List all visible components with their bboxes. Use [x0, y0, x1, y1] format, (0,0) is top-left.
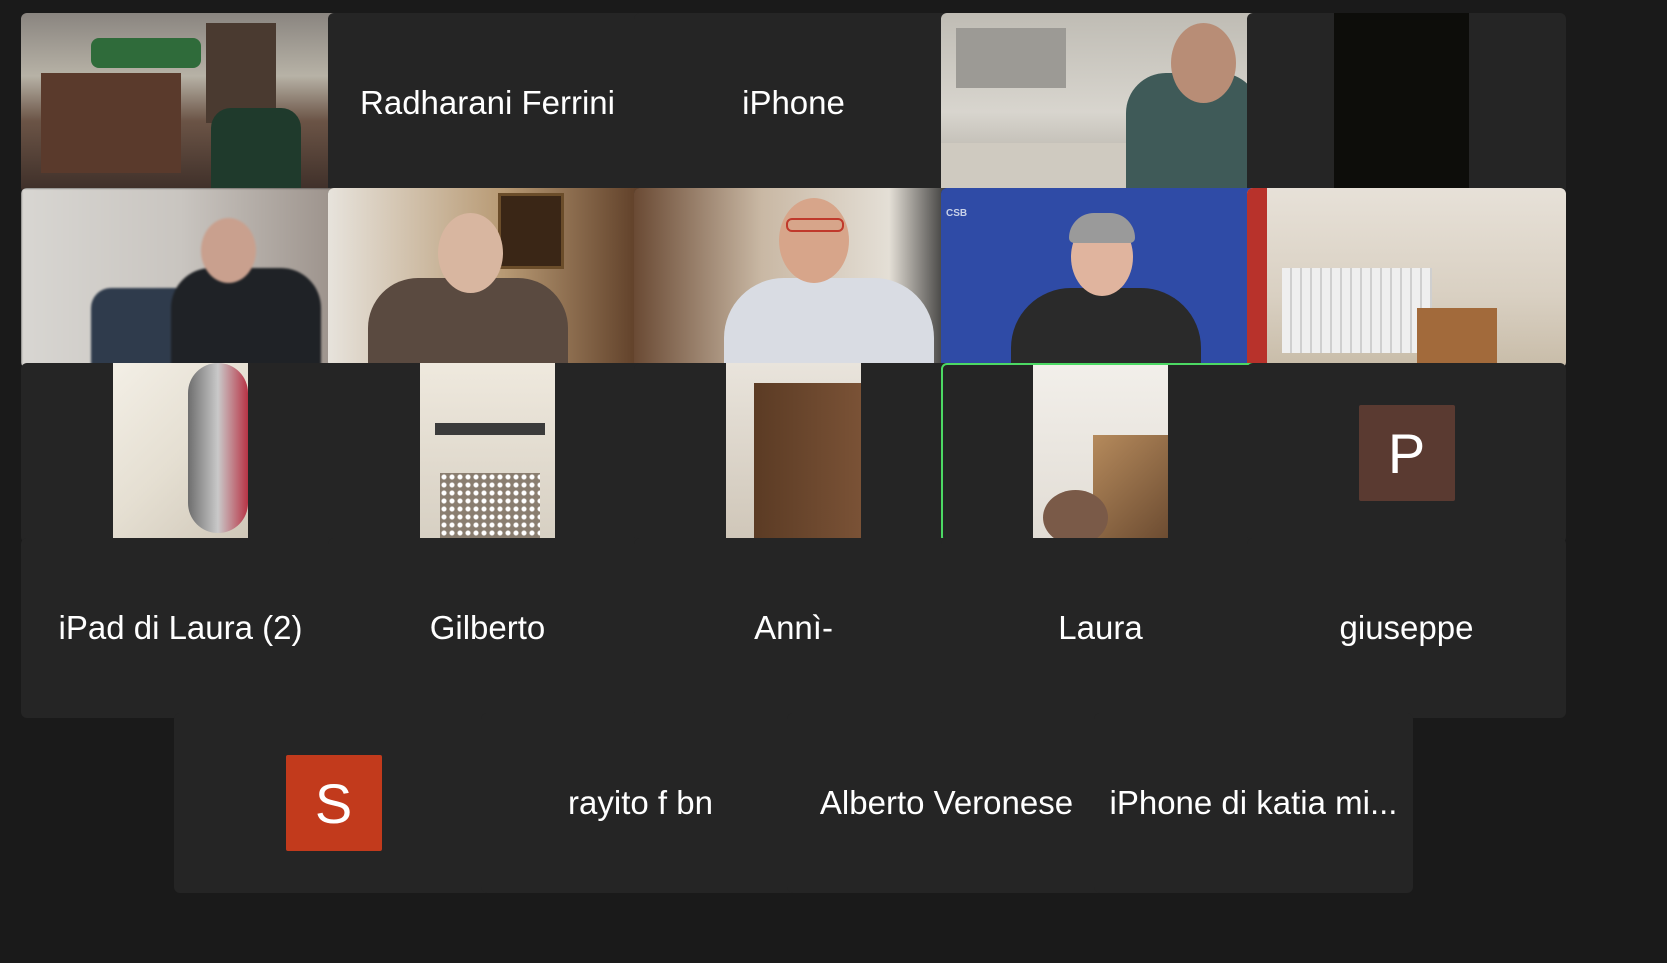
participant-tile[interactable] — [21, 188, 340, 368]
participant-tile[interactable] — [941, 13, 1260, 193]
participant-tile[interactable]: CSB — [941, 188, 1260, 368]
participant-tile[interactable] — [1247, 188, 1566, 368]
participant-tile[interactable] — [634, 188, 953, 368]
video-feed — [634, 188, 953, 368]
participant-tile[interactable]: P — [1247, 363, 1566, 543]
participant-tile[interactable]: Gilberto — [328, 538, 647, 718]
video-feed — [328, 188, 647, 368]
participant-tile[interactable] — [21, 13, 340, 193]
avatar: S — [285, 755, 382, 851]
participant-tile[interactable]: Laura — [941, 538, 1260, 718]
participant-tile[interactable]: Radharani Ferrini — [328, 13, 647, 193]
video-feed — [1247, 188, 1566, 368]
video-feed — [941, 13, 1260, 193]
video-feed — [725, 363, 861, 543]
participant-tile[interactable]: iPhone — [634, 13, 953, 193]
participant-tile[interactable] — [1247, 13, 1566, 193]
participant-name: Laura — [1058, 609, 1143, 646]
participant-tile[interactable]: Alberto Veronese — [787, 713, 1106, 893]
participant-tile[interactable]: iPad di Laura (2) — [21, 538, 340, 718]
participant-tile-active-speaker[interactable] — [941, 363, 1260, 543]
video-feed — [21, 188, 340, 368]
video-grid: Radharani Ferrini iPhone CSB P iPad di L… — [0, 0, 1667, 963]
participant-tile[interactable] — [21, 363, 340, 543]
participant-tile[interactable]: Annì- — [634, 538, 953, 718]
participant-tile[interactable]: giuseppe — [1247, 538, 1566, 718]
participant-name: giuseppe — [1339, 609, 1474, 646]
participant-name: Gilberto — [429, 609, 546, 646]
participant-name: iPad di Laura (2) — [58, 609, 303, 646]
video-feed — [1334, 13, 1469, 193]
backdrop-logo: CSB — [946, 208, 968, 219]
participant-tile[interactable]: iPhone di katia mi... — [1094, 713, 1413, 893]
participant-name: Annì- — [754, 609, 833, 646]
participant-tile[interactable] — [328, 188, 647, 368]
video-feed: CSB — [941, 188, 1260, 368]
participant-name: iPhone — [742, 84, 845, 121]
video-feed — [1032, 365, 1168, 541]
participant-tile[interactable] — [328, 363, 647, 543]
video-feed — [112, 363, 248, 543]
participant-name: Alberto Veronese — [819, 784, 1074, 821]
video-feed — [21, 13, 340, 193]
participant-name: rayito f bn — [568, 784, 713, 821]
participant-tile[interactable]: S — [174, 713, 493, 893]
participant-name: iPhone di katia mi... — [1109, 784, 1398, 821]
avatar: P — [1358, 405, 1455, 501]
video-feed — [419, 363, 555, 543]
participant-tile[interactable]: rayito f bn — [481, 713, 800, 893]
participant-name: Radharani Ferrini — [360, 84, 615, 121]
participant-tile[interactable] — [634, 363, 953, 543]
